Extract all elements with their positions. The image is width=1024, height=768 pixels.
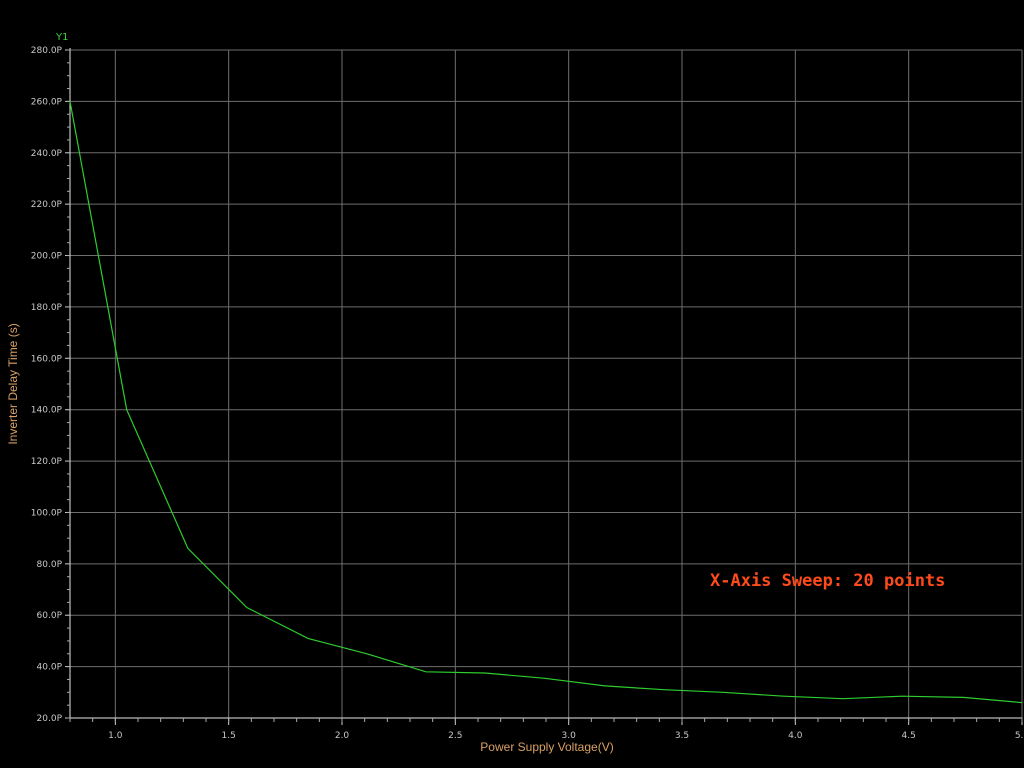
x-tick-label: 4.0 xyxy=(788,731,803,741)
y-tick-label: 60.0P xyxy=(37,611,63,621)
x-tick-label: 1.0 xyxy=(108,731,123,741)
y-tick-label: 20.0P xyxy=(37,714,63,724)
x-tick-label: 2.0 xyxy=(335,731,350,741)
y-tick-label: 100.0P xyxy=(31,508,63,518)
y-tick-label: 40.0P xyxy=(37,663,63,673)
y-tick-label: 80.0P xyxy=(37,560,63,570)
x-tick-label: 5.0 xyxy=(1015,731,1024,741)
x-axis-title: Power Supply Voltage(V) xyxy=(480,740,613,754)
y-tick-label: 120.0P xyxy=(31,457,63,467)
y-axis-title: Inverter Delay Time (s) xyxy=(6,323,20,444)
y-tick-label: 160.0P xyxy=(31,354,63,364)
y-tick-label: 260.0P xyxy=(31,97,63,107)
sweep-annotation: X-Axis Sweep: 20 points xyxy=(710,571,945,591)
y-tick-label: 180.0P xyxy=(31,303,63,313)
x-tick-label: 1.5 xyxy=(222,731,236,741)
x-tick-label: 2.5 xyxy=(448,731,462,741)
x-tick-label: 4.5 xyxy=(902,731,916,741)
x-tick-label: 3.5 xyxy=(675,731,689,741)
chart: 20.0P 40.0P 60.0P 80.0P 100.0P 120.0P 140.0P 16… xyxy=(0,0,1024,768)
y-axis-tag: Y1 xyxy=(55,32,68,43)
y-tick-label: 280.0P xyxy=(31,46,63,56)
y-tick-label: 140.0P xyxy=(31,406,63,416)
y-tick-label: 240.0P xyxy=(31,149,63,159)
y-tick-label: 200.0P xyxy=(31,252,63,262)
y-tick-label: 220.0P xyxy=(31,200,63,210)
